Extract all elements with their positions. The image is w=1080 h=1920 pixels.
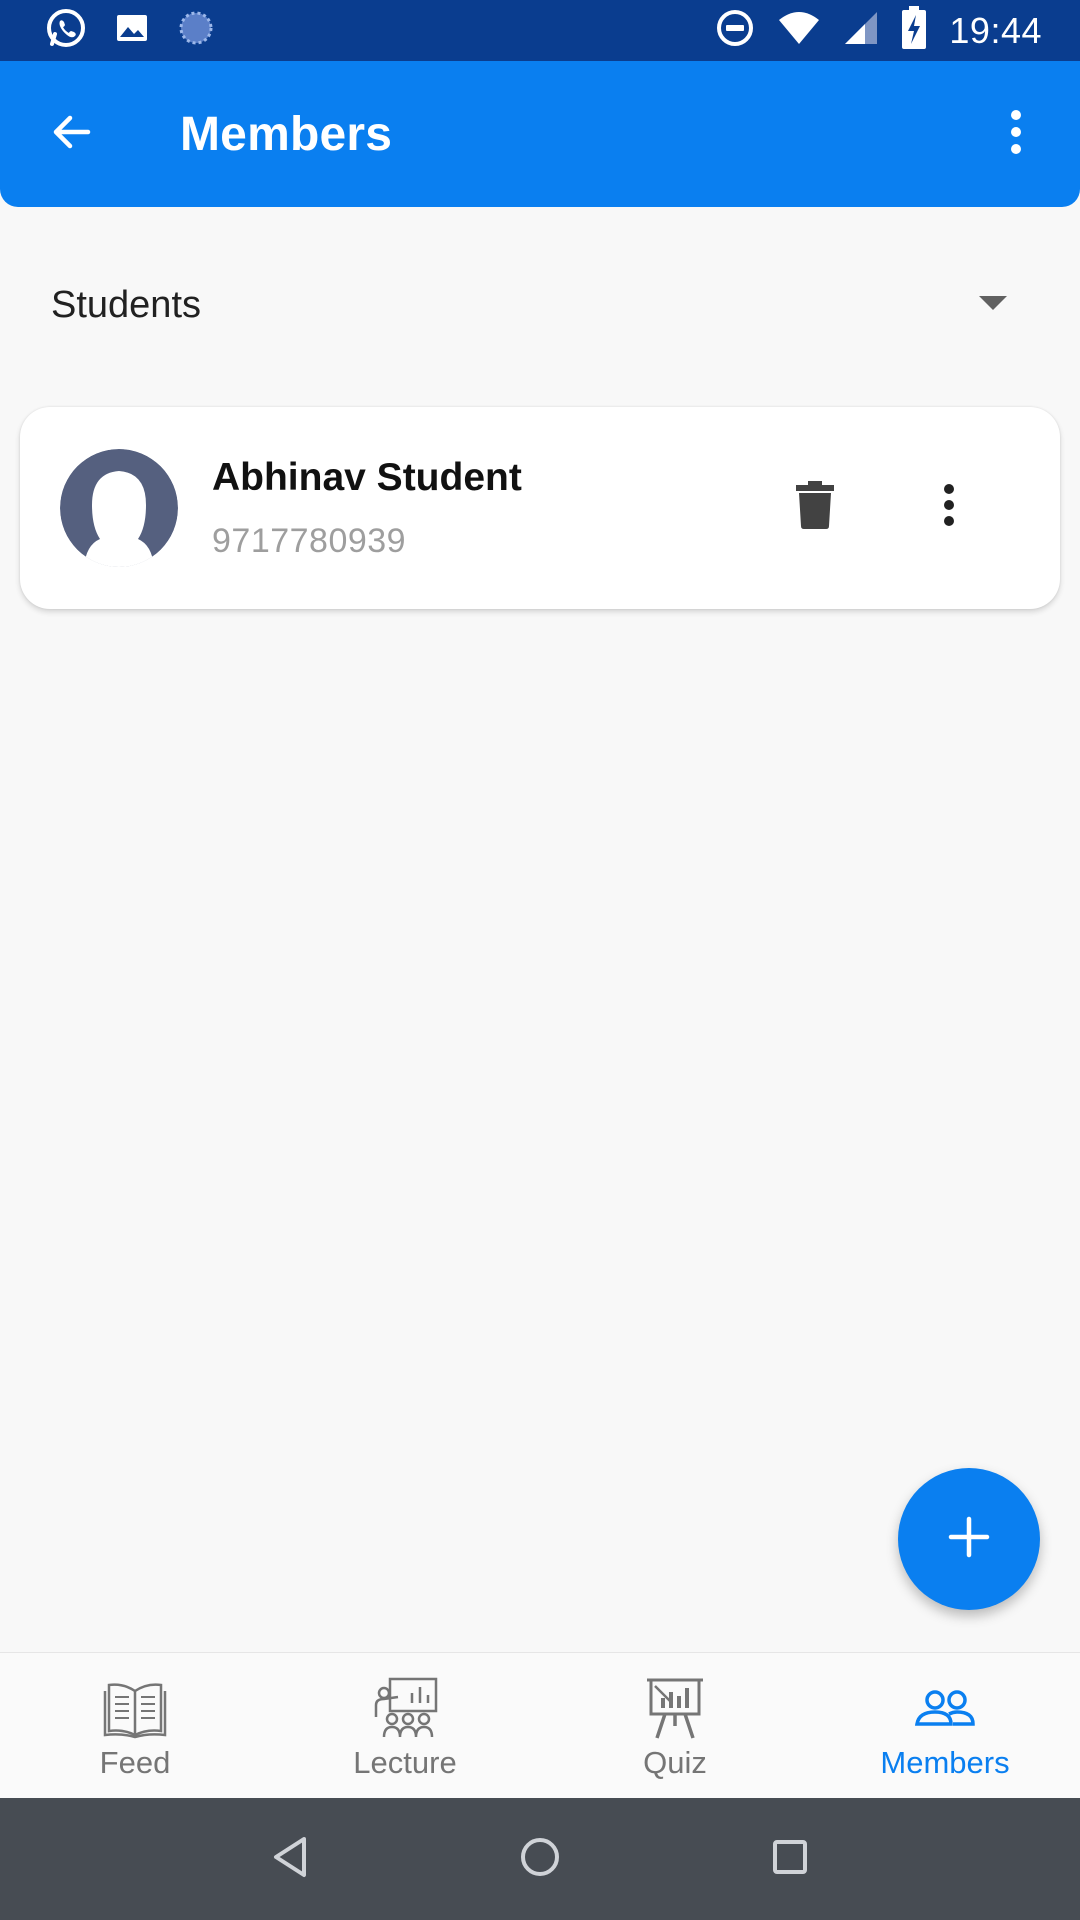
- wifi-icon: [777, 8, 821, 53]
- system-recents-button[interactable]: [750, 1819, 830, 1899]
- dropdown-selected-value: Students: [51, 283, 201, 326]
- nav-label-quiz: Quiz: [643, 1745, 707, 1780]
- member-card[interactable]: Abhinav Student 9717780939: [20, 407, 1060, 609]
- battery-charging-icon: [901, 6, 927, 55]
- default-avatar-icon: [60, 449, 178, 567]
- delete-member-button[interactable]: [772, 447, 858, 567]
- member-menu-button[interactable]: [906, 447, 992, 567]
- trash-icon: [796, 480, 834, 534]
- member-type-dropdown[interactable]: Students: [28, 262, 1028, 348]
- nav-item-members[interactable]: Members: [810, 1653, 1080, 1798]
- people-icon: [910, 1675, 980, 1741]
- do-not-disturb-icon: [715, 8, 755, 53]
- plus-icon: [947, 1515, 991, 1564]
- status-bar: 19:44: [0, 0, 1080, 61]
- presentation-chart-icon: [640, 1675, 710, 1741]
- back-triangle-icon: [270, 1835, 310, 1884]
- recents-square-icon: [770, 1837, 810, 1882]
- nav-item-feed[interactable]: Feed: [0, 1653, 270, 1798]
- signal-icon: [843, 10, 879, 51]
- more-vert-icon: [942, 483, 956, 532]
- nav-label-members: Members: [880, 1745, 1010, 1780]
- status-time: 19:44: [949, 9, 1042, 51]
- status-right-icons: 19:44: [715, 6, 1042, 55]
- classroom-icon: [370, 1675, 440, 1741]
- image-icon: [114, 10, 150, 51]
- nav-label-lecture: Lecture: [353, 1745, 457, 1780]
- nav-item-quiz[interactable]: Quiz: [540, 1653, 810, 1798]
- system-home-button[interactable]: [500, 1819, 580, 1899]
- back-button[interactable]: [24, 86, 120, 182]
- nav-label-feed: Feed: [99, 1745, 171, 1780]
- nav-item-lecture[interactable]: Lecture: [270, 1653, 540, 1798]
- member-name: Abhinav Student: [212, 455, 522, 499]
- app-bar: Members: [0, 61, 1080, 207]
- dropdown-arrow-icon: [978, 295, 1008, 316]
- more-vert-icon: [1008, 108, 1024, 161]
- add-member-button[interactable]: [898, 1468, 1040, 1610]
- bottom-navigation: Feed Lecture Quiz Members: [0, 1652, 1080, 1798]
- member-phone: 9717780939: [212, 521, 407, 560]
- home-circle-icon: [518, 1835, 562, 1884]
- page-title: Members: [180, 107, 393, 161]
- system-navigation-bar: [0, 1798, 1080, 1920]
- sync-icon: [176, 8, 216, 53]
- whatsapp-icon: [44, 6, 88, 55]
- status-left-icons: [44, 6, 216, 55]
- member-info: Abhinav Student 9717780939: [212, 456, 522, 561]
- overflow-menu-button[interactable]: [984, 86, 1048, 182]
- system-back-button[interactable]: [250, 1819, 330, 1899]
- book-icon: [100, 1675, 170, 1741]
- arrow-left-icon: [48, 108, 96, 161]
